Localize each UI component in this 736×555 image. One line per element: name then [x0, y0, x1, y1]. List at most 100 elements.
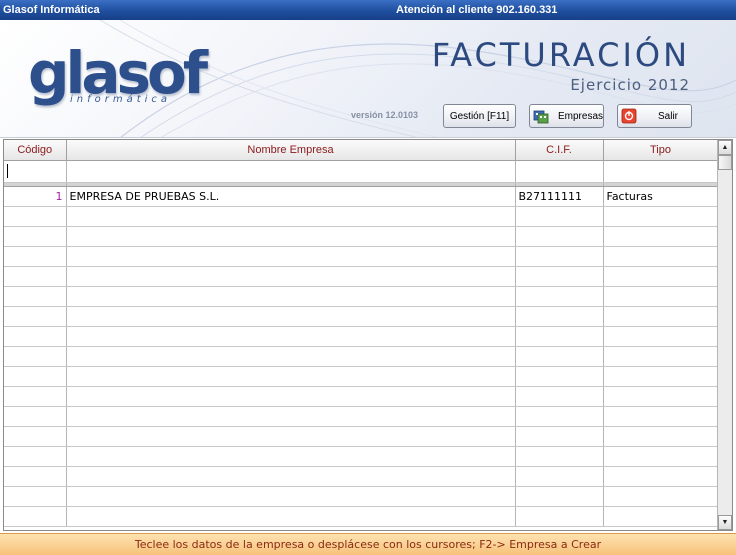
column-header-tipo[interactable]: Tipo — [603, 140, 719, 161]
empty-cell — [515, 226, 604, 247]
empty-row[interactable] — [4, 366, 719, 387]
scroll-thumb[interactable] — [718, 155, 732, 170]
empty-cell — [515, 486, 604, 507]
empresas-button-label: Empresas — [558, 110, 604, 122]
empty-row[interactable] — [4, 326, 719, 347]
window-title: Glasof Informática — [3, 4, 100, 16]
empty-row[interactable] — [4, 286, 719, 307]
empresas-button[interactable]: Empresas — [529, 104, 604, 128]
scroll-down-arrow-icon[interactable]: ▼ — [718, 515, 732, 530]
logo-subtitle: informática — [70, 94, 172, 105]
empty-row[interactable] — [4, 506, 719, 527]
empty-cell — [603, 306, 719, 327]
empty-row[interactable] — [4, 226, 719, 247]
filter-cif-input[interactable] — [515, 160, 604, 183]
empty-cell — [4, 506, 67, 527]
cell-cif: B27111111 — [515, 186, 604, 207]
empty-cell — [4, 286, 67, 307]
empty-cell — [603, 446, 719, 467]
empty-cell — [66, 246, 516, 267]
empty-row[interactable] — [4, 266, 719, 287]
empty-row[interactable] — [4, 406, 719, 427]
empty-cell — [603, 486, 719, 507]
text-cursor — [7, 164, 8, 178]
filter-row[interactable] — [4, 160, 719, 183]
empty-cell — [515, 346, 604, 367]
status-hint: Teclee los datos de la empresa o desplác… — [134, 538, 602, 551]
empty-cell — [603, 346, 719, 367]
empty-cell — [603, 466, 719, 487]
empty-cell — [66, 506, 516, 527]
empty-cell — [515, 246, 604, 267]
empty-cell — [515, 306, 604, 327]
empty-cell — [603, 366, 719, 387]
empty-cell — [4, 246, 67, 267]
empty-cell — [4, 366, 67, 387]
empty-row[interactable] — [4, 306, 719, 327]
empty-cell — [4, 266, 67, 287]
support-phone: Atención al cliente 902.160.331 — [396, 4, 558, 16]
empty-cell — [603, 266, 719, 287]
gestion-button-label: Gestión [F11] — [449, 110, 510, 122]
empty-cell — [515, 506, 604, 527]
status-bar: Teclee los datos de la empresa o desplác… — [0, 533, 736, 555]
empty-cell — [515, 466, 604, 487]
empty-cell — [66, 446, 516, 467]
companies-icon — [533, 108, 549, 124]
version-label: versión 12.0103 — [351, 110, 419, 120]
filter-codigo-input[interactable] — [4, 160, 67, 183]
empty-cell — [603, 426, 719, 447]
empty-cell — [4, 446, 67, 467]
empty-row[interactable] — [4, 386, 719, 407]
empty-row[interactable] — [4, 346, 719, 367]
empty-cell — [515, 326, 604, 347]
empty-cell — [515, 206, 604, 227]
column-header-nombre[interactable]: Nombre Empresa — [66, 140, 516, 161]
empty-cell — [4, 226, 67, 247]
salir-button-label: Salir — [658, 110, 679, 122]
empty-row[interactable] — [4, 206, 719, 227]
glasof-logo: glasof informática — [28, 44, 208, 134]
gestion-button[interactable]: Gestión [F11] — [443, 104, 516, 128]
empty-row[interactable] — [4, 426, 719, 447]
empty-cell — [4, 466, 67, 487]
empty-cell — [66, 206, 516, 227]
column-header-codigo[interactable]: Código — [4, 140, 67, 161]
empty-cell — [603, 506, 719, 527]
empty-cell — [515, 426, 604, 447]
empty-cell — [603, 406, 719, 427]
empty-cell — [515, 406, 604, 427]
empty-cell — [603, 206, 719, 227]
scroll-up-arrow-icon[interactable]: ▲ — [718, 140, 732, 155]
empty-row[interactable] — [4, 486, 719, 507]
salir-button[interactable]: Salir — [617, 104, 692, 128]
empty-cell — [66, 406, 516, 427]
empty-cell — [66, 326, 516, 347]
empty-row[interactable] — [4, 446, 719, 467]
filter-tipo-input[interactable] — [603, 160, 719, 183]
empty-cell — [4, 406, 67, 427]
empty-cell — [4, 346, 67, 367]
empty-cell — [66, 466, 516, 487]
empty-cell — [515, 266, 604, 287]
empty-cell — [66, 286, 516, 307]
empty-cell — [4, 206, 67, 227]
empty-cell — [4, 326, 67, 347]
cell-nombre: EMPRESA DE PRUEBAS S.L. — [66, 186, 516, 207]
empty-cell — [515, 366, 604, 387]
cell-codigo: 1 — [4, 186, 67, 207]
filter-nombre-input[interactable] — [66, 160, 516, 183]
empty-cell — [603, 246, 719, 267]
empty-cell — [4, 306, 67, 327]
empty-row[interactable] — [4, 246, 719, 267]
empty-cell — [66, 346, 516, 367]
header-banner: glasof informática FACTURACIÓN Ejercicio… — [0, 20, 736, 138]
cell-tipo: Facturas — [603, 186, 719, 207]
empty-cell — [603, 326, 719, 347]
vertical-scrollbar[interactable]: ▲ ▼ — [717, 140, 732, 530]
empty-row[interactable] — [4, 466, 719, 487]
column-header-cif[interactable]: C.I.F. — [515, 140, 604, 161]
table-row[interactable]: 1 EMPRESA DE PRUEBAS S.L. B27111111 Factura… — [4, 186, 719, 207]
empty-cell — [603, 386, 719, 407]
table-header-row: Código Nombre Empresa C.I.F. Tipo — [4, 140, 719, 161]
